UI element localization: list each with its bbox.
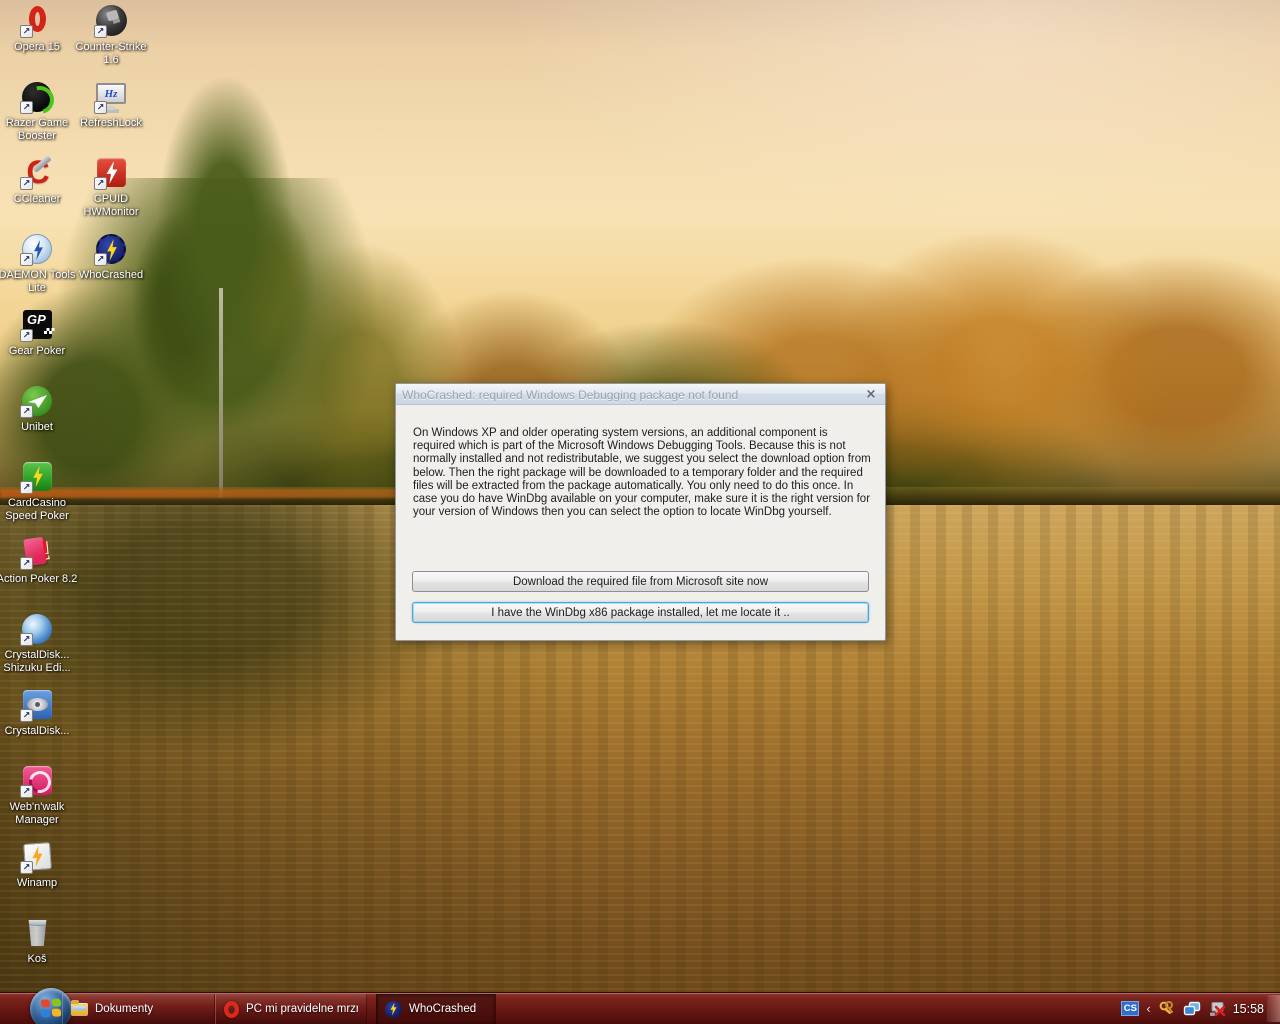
shortcut-arrow-icon: ↗ (94, 25, 107, 38)
recycle-bin-icon (27, 920, 48, 946)
desktop-icon-label: Counter-Strike 1.6 (68, 41, 154, 66)
desktop-icon-unibet[interactable]: ↗ Unibet (0, 384, 80, 434)
tray-collapse-chevron-icon[interactable]: ‹ (1146, 1002, 1150, 1015)
desktop-icon-label: Action Poker 8.2 (0, 573, 80, 586)
desktop-icon-counter-strike[interactable]: ↗ Counter-Strike 1.6 (68, 4, 154, 66)
taskbar-button-opera[interactable]: PC mi pravidelne mrzn... (215, 994, 367, 1024)
taskbar: Dokumenty PC mi pravidelne mrzn... WhoCr… (0, 992, 1280, 1024)
shortcut-arrow-icon: ↗ (20, 101, 33, 114)
shortcut-arrow-icon: ↗ (20, 177, 33, 190)
network-disconnected-tray-icon[interactable] (1208, 1000, 1226, 1018)
desktop-icon-cpuid-hwmonitor[interactable]: ↗ CPUID HWMonitor (68, 156, 154, 218)
shortcut-arrow-icon: ↗ (94, 177, 107, 190)
download-required-file-button[interactable]: Download the required file from Microsof… (412, 571, 869, 592)
desktop-icon-winamp[interactable]: ↗ Winamp (0, 840, 80, 890)
desktop-icon-label: Gear Poker (0, 345, 80, 358)
shortcut-arrow-icon: ↗ (20, 633, 33, 646)
shortcut-arrow-icon: ↗ (20, 861, 33, 874)
whocrashed-icon (385, 1001, 402, 1018)
network-monitors-tray-icon[interactable] (1183, 1000, 1201, 1018)
desktop-icon-crystaldisk[interactable]: ↗ CrystalDisk... (0, 688, 80, 738)
folder-icon (71, 1003, 88, 1016)
desktop-icon-whocrashed[interactable]: ↗ WhoCrashed (68, 232, 154, 282)
shortcut-arrow-icon: ↗ (20, 405, 33, 418)
desktop-icon-label: CrystalDisk... Shizuku Edi... (0, 649, 80, 674)
system-tray: CS ‹ (1121, 993, 1264, 1024)
taskbar-button-label: Dokumenty (95, 1003, 153, 1015)
shortcut-arrow-icon: ↗ (20, 253, 33, 266)
taskbar-button-label: WhoCrashed (409, 1003, 476, 1015)
desktop-icon-refreshlock[interactable]: Hz↗ RefreshLock (68, 80, 154, 130)
desktop-icon-recycle-bin[interactable]: Koš (0, 916, 80, 966)
shortcut-arrow-icon: ↗ (20, 329, 33, 342)
desktop-icon-gear-poker[interactable]: GP↗ Gear Poker (0, 308, 80, 358)
desktop-icon-label: Web'n'walk Manager (0, 801, 80, 826)
desktop-icon-cardcasino-speed-poker[interactable]: ↗ CardCasino Speed Poker (0, 460, 80, 522)
desktop-icon-label: WhoCrashed (68, 269, 154, 282)
desktop-icon-label: Winamp (0, 877, 80, 890)
shortcut-arrow-icon: ↗ (20, 709, 33, 722)
desktop-icon-label: Koš (0, 953, 80, 966)
desktop-icon-label: Unibet (0, 421, 80, 434)
shortcut-arrow-icon: ↗ (20, 481, 33, 494)
desktop-icon-crystaldisk-shizuku[interactable]: ↗ CrystalDisk... Shizuku Edi... (0, 612, 80, 674)
locate-windbg-button[interactable]: I have the WinDbg x86 package installed,… (412, 602, 869, 623)
desktop-icon-label: RefreshLock (68, 117, 154, 130)
shortcut-arrow-icon: ↗ (20, 557, 33, 570)
dialog-title: WhoCrashed: required Windows Debugging p… (402, 388, 738, 402)
whocrashed-dialog: WhoCrashed: required Windows Debugging p… (395, 383, 886, 641)
desktop-icon-label: CPUID HWMonitor (68, 193, 154, 218)
keys-tray-icon[interactable] (1158, 1000, 1176, 1018)
tray-clock: 15:58 (1233, 1002, 1264, 1016)
desktop-icon-label: CardCasino Speed Poker (0, 497, 80, 522)
language-indicator[interactable]: CS (1121, 1001, 1139, 1016)
dialog-titlebar[interactable]: WhoCrashed: required Windows Debugging p… (396, 384, 885, 405)
desktop-icon-label: CrystalDisk... (0, 725, 80, 738)
opera-icon (224, 1001, 239, 1018)
taskbar-button-dokumenty[interactable]: Dokumenty (62, 994, 215, 1024)
taskbar-right-edge[interactable] (1267, 995, 1280, 1022)
shortcut-arrow-icon: ↗ (20, 785, 33, 798)
desktop-icon-action-poker[interactable]: !↗ Action Poker 8.2 (0, 536, 80, 586)
taskbar-button-label: PC mi pravidelne mrzn... (246, 1003, 358, 1015)
shortcut-arrow-icon: ↗ (20, 25, 33, 38)
windows-logo-icon (41, 998, 61, 1017)
desktop-icon-webnwalk-manager[interactable]: ↗ Web'n'walk Manager (0, 764, 80, 826)
dialog-body-text: On Windows XP and older operating system… (413, 427, 872, 519)
close-icon[interactable]: × (863, 388, 879, 401)
shortcut-arrow-icon: ↗ (94, 101, 107, 114)
taskbar-button-whocrashed[interactable]: WhoCrashed (376, 994, 496, 1024)
shortcut-arrow-icon: ↗ (94, 253, 107, 266)
screen: ↗ Opera 15 ↗ Counter-Strike 1.6 ↗ Razer … (0, 0, 1280, 1024)
